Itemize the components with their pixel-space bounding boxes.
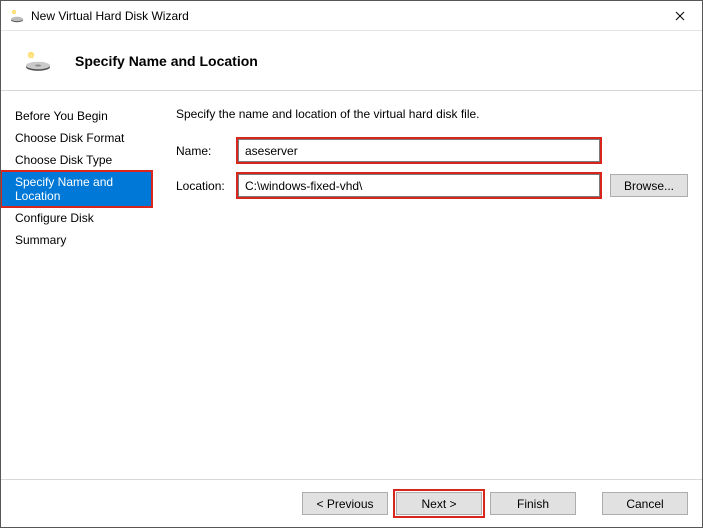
step-label: Before You Begin xyxy=(15,109,108,123)
wizard-body: Before You Begin Choose Disk Format Choo… xyxy=(1,91,702,479)
browse-button[interactable]: Browse... xyxy=(610,174,688,197)
step-label: Configure Disk xyxy=(15,211,94,225)
cancel-button[interactable]: Cancel xyxy=(602,492,688,515)
next-button[interactable]: Next > xyxy=(396,492,482,515)
step-choose-disk-type[interactable]: Choose Disk Type xyxy=(1,149,152,171)
step-summary[interactable]: Summary xyxy=(1,229,152,251)
close-button[interactable] xyxy=(657,1,702,31)
wizard-header: Specify Name and Location xyxy=(1,31,702,91)
location-row: Location: Browse... xyxy=(176,174,688,197)
name-label: Name: xyxy=(176,144,238,158)
step-before-you-begin[interactable]: Before You Begin xyxy=(1,105,152,127)
wizard-window: New Virtual Hard Disk Wizard Specify Nam… xyxy=(0,0,703,528)
location-label: Location: xyxy=(176,179,238,193)
wizard-footer: < Previous Next > Finish Cancel xyxy=(1,479,702,527)
step-label: Specify Name and Location xyxy=(15,175,113,203)
instruction-text: Specify the name and location of the vir… xyxy=(176,107,688,121)
step-choose-disk-format[interactable]: Choose Disk Format xyxy=(1,127,152,149)
step-label: Choose Disk Format xyxy=(15,131,124,145)
disk-wizard-large-icon xyxy=(23,50,53,72)
location-input[interactable] xyxy=(238,174,600,197)
name-row: Name: xyxy=(176,139,688,162)
previous-button[interactable]: < Previous xyxy=(302,492,388,515)
step-label: Summary xyxy=(15,233,66,247)
wizard-main-panel: Specify the name and location of the vir… xyxy=(152,91,702,479)
name-input[interactable] xyxy=(238,139,600,162)
step-configure-disk[interactable]: Configure Disk xyxy=(1,207,152,229)
titlebar: New Virtual Hard Disk Wizard xyxy=(1,1,702,31)
finish-button[interactable]: Finish xyxy=(490,492,576,515)
wizard-steps-sidebar: Before You Begin Choose Disk Format Choo… xyxy=(1,91,152,479)
disk-wizard-icon xyxy=(9,8,25,24)
page-heading: Specify Name and Location xyxy=(75,53,258,69)
window-title: New Virtual Hard Disk Wizard xyxy=(31,9,657,23)
name-location-form: Name: Location: Browse... xyxy=(176,139,688,197)
step-specify-name-and-location[interactable]: Specify Name and Location xyxy=(1,171,152,207)
step-label: Choose Disk Type xyxy=(15,153,112,167)
